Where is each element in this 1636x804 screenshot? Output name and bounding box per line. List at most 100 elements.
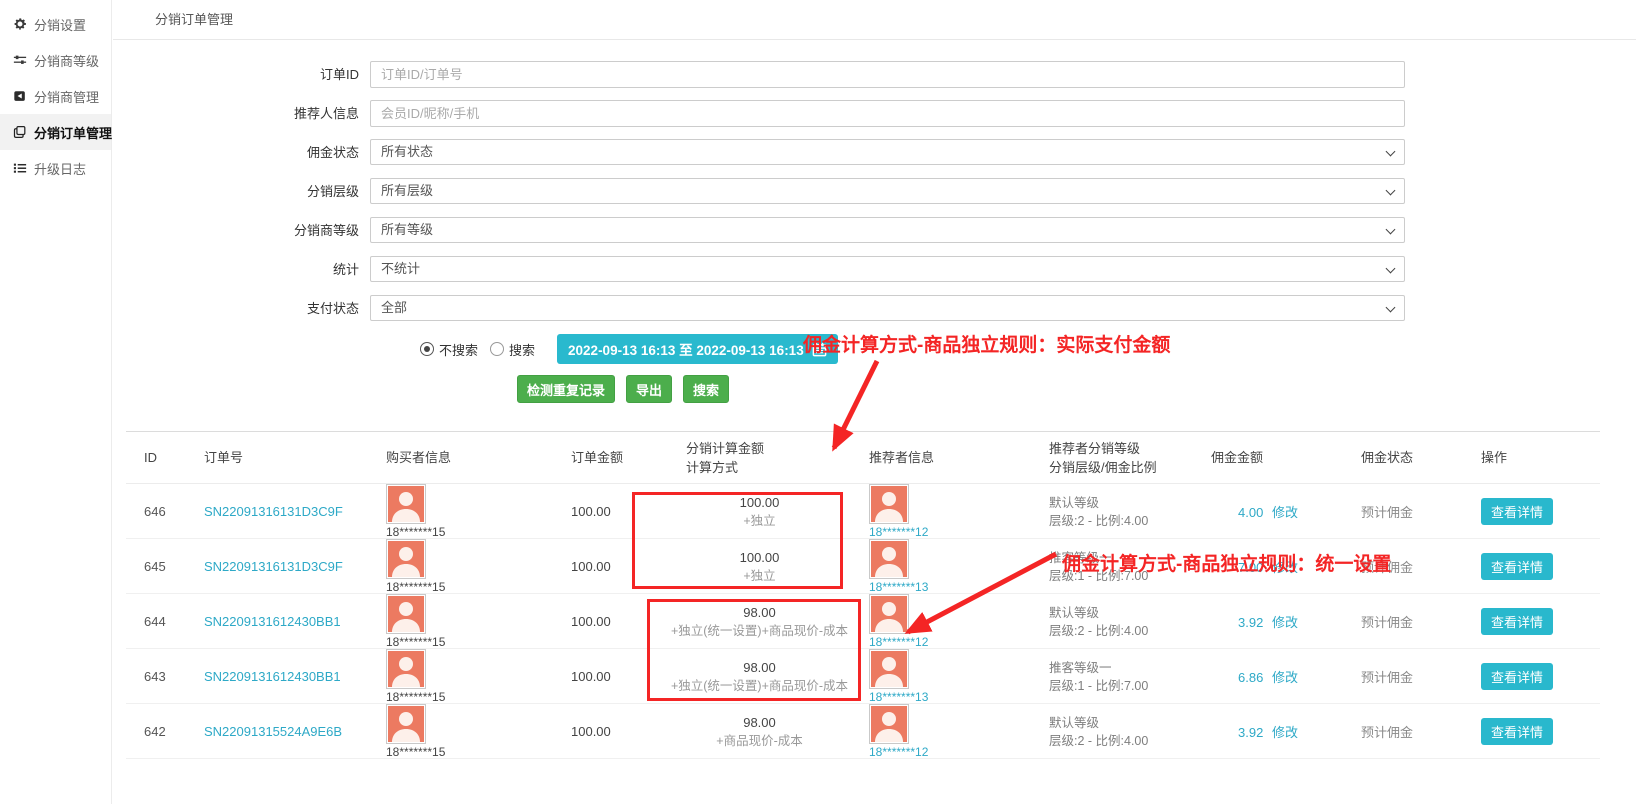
chevron-down-icon [1386,186,1396,196]
distributor-level-value: 所有等级 [381,222,433,237]
distribution-tier-select[interactable]: 所有层级 [370,178,1405,204]
commission-cell: 6.86 修改 [1193,667,1343,686]
chevron-down-icon [1386,303,1396,313]
header-commission-amount: 佣金金额 [1193,448,1343,467]
chevron-down-icon [1386,264,1396,274]
payment-status-select[interactable]: 全部 [370,295,1405,321]
order-amount: 100.00 [553,504,668,519]
referrer-phone-link[interactable]: 18*******12 [869,745,1031,759]
sidebar-item-label: 分销订单管理 [34,123,112,142]
view-details-button[interactable]: 查看详情 [1481,498,1553,525]
referrer-level-cell: 默认等级 层级:2 - 比例:4.00 [1031,494,1193,530]
referrer-avatar [869,484,909,524]
level-name: 默认等级 [1049,494,1193,512]
order-number-link[interactable]: SN22091316131D3C9F [204,504,343,519]
commission-cell: 3.92 修改 [1193,722,1343,741]
level-detail: 层级:2 - 比例:4.00 [1049,512,1193,530]
statistics-select[interactable]: 不统计 [370,256,1405,282]
commission-status: 预计佣金 [1343,667,1463,686]
order-number-link[interactable]: SN22091315524A9E6B [204,724,342,739]
referrer-phone-link[interactable]: 18*******13 [869,580,1031,594]
table-row: 643 SN2209131612430BB1 18*******15 100.0… [126,649,1600,704]
sliders-icon [13,53,27,67]
referrer-phone-link[interactable]: 18*******13 [869,690,1031,704]
buyer-avatar [386,594,426,634]
commission-status-select[interactable]: 所有状态 [370,139,1405,165]
calc-cell: 100.00 +独立 [668,494,851,530]
referrer-info-input[interactable] [370,100,1405,127]
row-id: 644 [126,614,186,629]
referrer-level-cell: 推客等级一 层级:1 - 比例:7.00 [1031,659,1193,695]
calc-method: +独立(统一设置)+商品现价-成本 [668,622,851,640]
person-icon [388,651,424,687]
distribution-tier-value: 所有层级 [381,183,433,198]
referrer-avatar [869,704,909,744]
sidebar-item-distribution-orders[interactable]: 分销订单管理 [0,114,111,150]
modify-link[interactable]: 修改 [1272,725,1298,740]
modify-link[interactable]: 修改 [1272,670,1298,685]
tab-distribution-order-management[interactable]: 分销订单管理 [155,0,233,40]
order-number-link[interactable]: SN2209131612430BB1 [204,614,341,629]
buyer-cell: 18*******15 [368,539,553,594]
buyer-phone: 18*******15 [386,525,553,539]
table-header-row: ID 订单号 购买者信息 订单金额 分销计算金额计算方式 推荐者信息 推荐者分销… [126,431,1600,484]
share-icon [13,89,27,103]
export-button[interactable]: 导出 [626,375,672,403]
referrer-phone-link[interactable]: 18*******12 [869,635,1031,649]
radio-no-search[interactable]: 不搜索 [420,340,478,359]
calc-cell: 100.00 +独立 [668,549,851,585]
check-duplicates-button[interactable]: 检测重复记录 [517,375,615,403]
header-actions: 操作 [1463,448,1601,467]
header-order-no: 订单号 [186,448,368,467]
modify-link[interactable]: 修改 [1272,505,1298,520]
order-amount: 100.00 [553,669,668,684]
sidebar-item-label: 升级日志 [34,159,86,178]
view-details-button[interactable]: 查看详情 [1481,553,1553,580]
distributor-level-select[interactable]: 所有等级 [370,217,1405,243]
date-range-text: 2022-09-13 16:13 至 2022-09-13 16:13 [568,339,804,359]
order-id-input[interactable] [370,61,1405,88]
sidebar-item-distributor-level[interactable]: 分销商等级 [0,42,111,78]
view-details-button[interactable]: 查看详情 [1481,663,1553,690]
referrer-avatar [869,649,909,689]
chevron-down-icon [1386,147,1396,157]
header-commission-status: 佣金状态 [1343,448,1463,467]
search-button[interactable]: 搜索 [683,375,729,403]
orders-table: ID 订单号 购买者信息 订单金额 分销计算金额计算方式 推荐者信息 推荐者分销… [126,431,1600,759]
person-icon [388,541,424,577]
sidebar-item-upgrade-log[interactable]: 升级日志 [0,150,111,186]
header-referrer-info: 推荐者信息 [851,448,1031,467]
order-number-link[interactable]: SN22091316131D3C9F [204,559,343,574]
copy-icon [13,125,27,139]
buyer-cell: 18*******15 [368,704,553,759]
referrer-cell: 18*******12 [851,704,1031,759]
commission-status-value: 所有状态 [381,144,433,159]
sidebar-item-label: 分销商等级 [34,51,99,70]
person-icon [388,596,424,632]
view-details-button[interactable]: 查看详情 [1481,718,1553,745]
sidebar-item-distribution-settings[interactable]: 分销设置 [0,6,111,42]
table-row: 644 SN2209131612430BB1 18*******15 100.0… [126,594,1600,649]
modify-link[interactable]: 修改 [1272,615,1298,630]
statistics-value: 不统计 [381,261,420,276]
referrer-level-cell: 默认等级 层级:2 - 比例:4.00 [1031,714,1193,750]
referrer-cell: 18*******13 [851,649,1031,704]
sidebar-item-distributor-management[interactable]: 分销商管理 [0,78,111,114]
buyer-phone: 18*******15 [386,580,553,594]
order-amount: 100.00 [553,559,668,574]
order-number-link[interactable]: SN2209131612430BB1 [204,669,341,684]
person-icon [871,596,907,632]
distributor-level-label: 分销商等级 [113,217,370,244]
referrer-avatar [869,594,909,634]
calc-amount: 100.00 [668,549,851,567]
referrer-info-label: 推荐人信息 [113,100,370,127]
calc-method: +商品现价-成本 [668,732,851,750]
radio-search[interactable]: 搜索 [490,340,535,359]
sidebar: 分销设置 分销商等级 分销商管理 分销订单管理 升级日志 [0,0,112,804]
view-details-button[interactable]: 查看详情 [1481,608,1553,635]
calc-amount: 100.00 [668,494,851,512]
referrer-phone-link[interactable]: 18*******12 [869,525,1031,539]
distribution-tier-label: 分销层级 [113,178,370,205]
referrer-cell: 18*******12 [851,594,1031,649]
date-range-button[interactable]: 2022-09-13 16:13 至 2022-09-13 16:13 [557,334,838,364]
